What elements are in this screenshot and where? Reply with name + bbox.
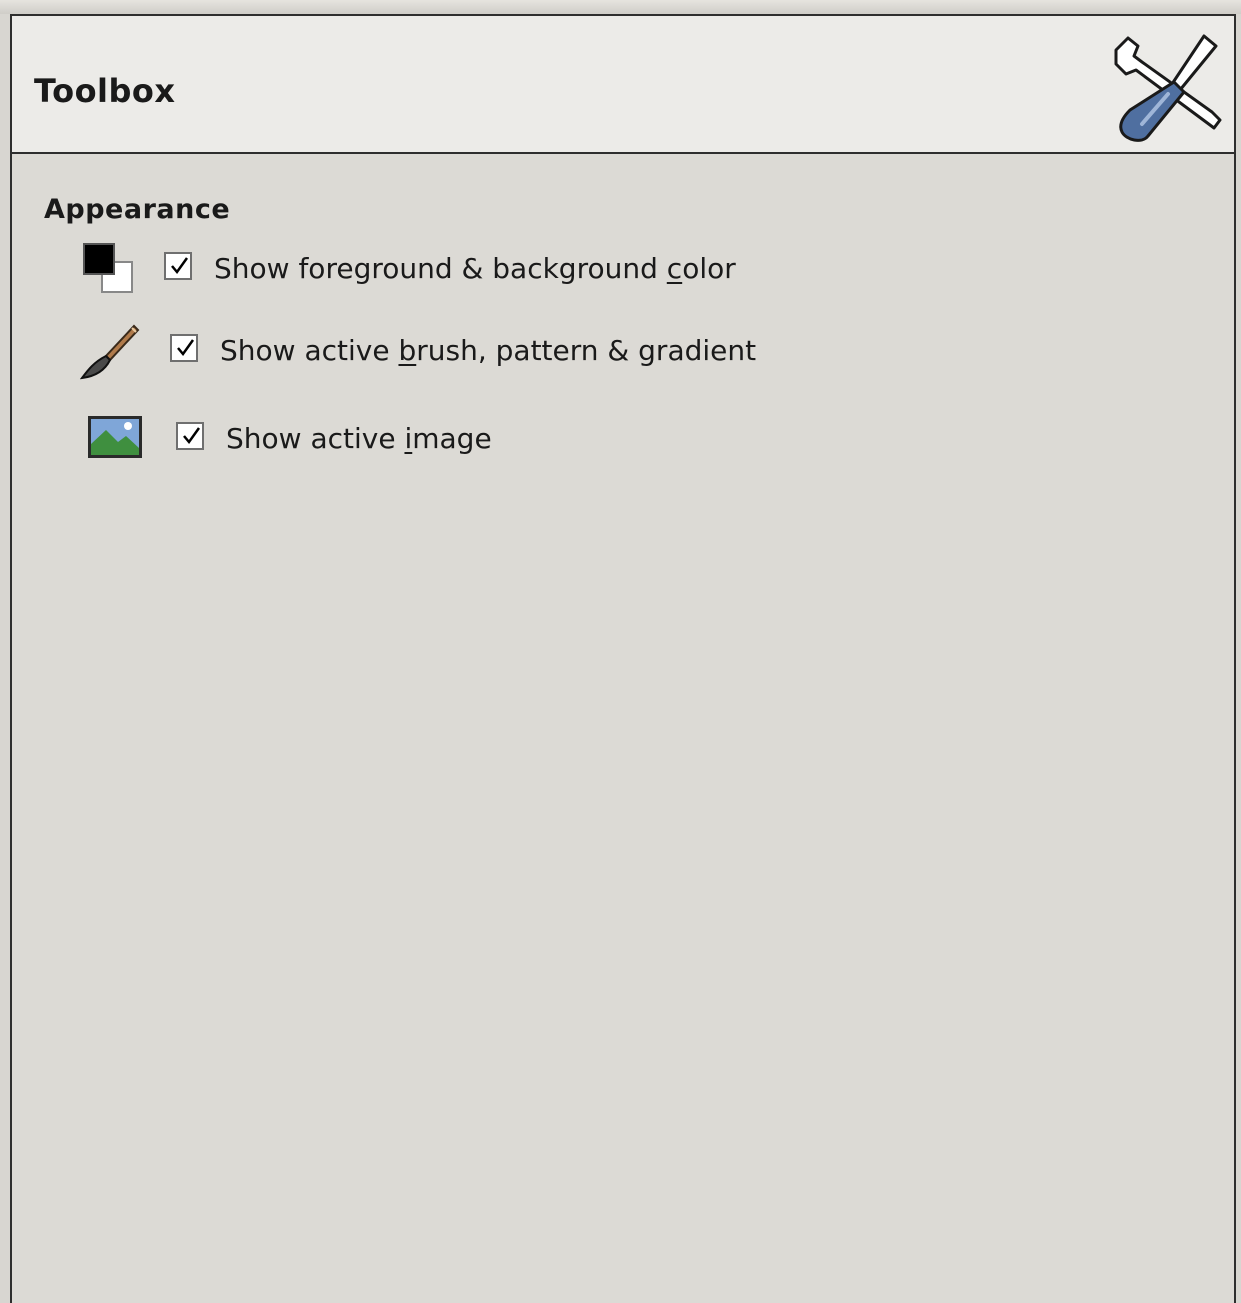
label-text: rush, pattern & gradient: [416, 334, 757, 367]
label-text: olor: [682, 252, 736, 285]
show-brush-pattern-gradient-checkbox[interactable]: [170, 334, 198, 362]
show-fg-bg-color-label[interactable]: Show foreground & background color: [214, 252, 736, 285]
option-row-brush-pattern-gradient: Show active brush, pattern & gradient: [80, 324, 800, 384]
label-text: Show foreground & background: [214, 252, 667, 285]
show-active-image-label[interactable]: Show active image: [226, 422, 492, 455]
wrench-screwdriver-icon: [1114, 34, 1222, 142]
option-row-fg-bg-color: Show foreground & background color: [80, 242, 780, 302]
page-title: Toolbox: [34, 72, 176, 110]
image-icon: [88, 416, 142, 458]
option-row-active-image: Show active image: [86, 412, 586, 472]
fg-bg-color-icon: [83, 243, 133, 293]
check-icon: [171, 257, 189, 275]
check-icon: [183, 427, 201, 445]
show-brush-pattern-gradient-label[interactable]: Show active brush, pattern & gradient: [220, 334, 756, 367]
label-text: mage: [412, 422, 492, 455]
mnemonic-letter: c: [666, 252, 683, 285]
window-top-edge: [0, 0, 1241, 14]
check-icon: [177, 339, 195, 357]
mnemonic-letter: b: [398, 334, 417, 367]
preferences-page: Toolbox Appearance Show foreground & bac…: [10, 14, 1236, 1303]
label-text: Show active: [226, 422, 405, 455]
show-active-image-checkbox[interactable]: [176, 422, 204, 450]
page-header: Toolbox: [12, 16, 1234, 154]
label-text: Show active: [220, 334, 399, 367]
paintbrush-icon: [80, 324, 140, 380]
show-fg-bg-color-checkbox[interactable]: [164, 252, 192, 280]
appearance-section-title: Appearance: [44, 194, 231, 225]
